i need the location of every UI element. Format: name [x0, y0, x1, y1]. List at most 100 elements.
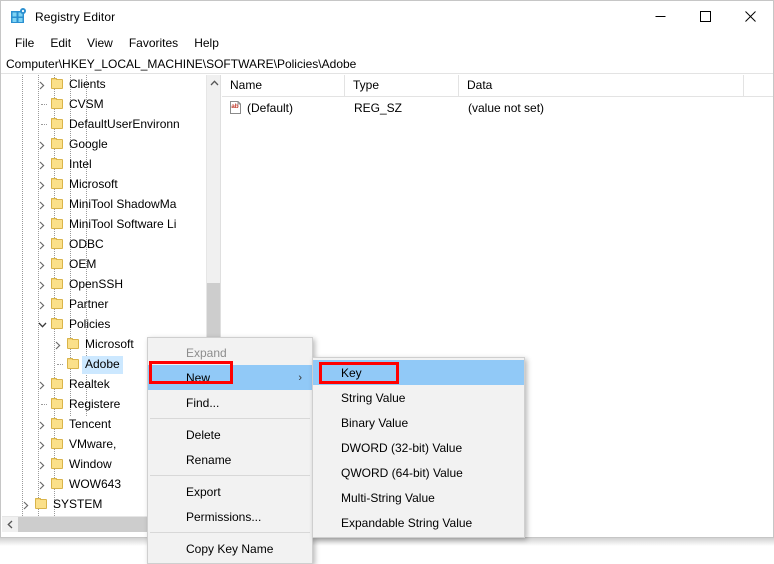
- folder-icon: [50, 195, 66, 215]
- menu-item-help[interactable]: Help: [186, 34, 227, 52]
- menu-separator: [150, 475, 310, 476]
- tree-item-minitool-software-li[interactable]: MiniTool Software Li: [2, 215, 207, 235]
- tree-item-clients[interactable]: Clients: [2, 75, 207, 95]
- folder-icon: [66, 335, 82, 355]
- chevron-right-icon[interactable]: [50, 335, 66, 355]
- submenu-item-label: Multi-String Value: [341, 490, 435, 505]
- folder-icon: [50, 95, 66, 115]
- chevron-right-icon[interactable]: [34, 455, 50, 475]
- chevron-right-icon[interactable]: [34, 155, 50, 175]
- tree-item-label: Intel: [69, 157, 92, 171]
- submenu-item-dword-32-bit-value[interactable]: DWORD (32-bit) Value: [313, 435, 524, 460]
- chevron-right-icon: ›: [298, 371, 302, 384]
- ab-string-icon: ab: [228, 100, 243, 115]
- page-bottom-shadow: [0, 538, 774, 546]
- tree-item-oem[interactable]: OEM: [2, 255, 207, 275]
- chevron-right-icon[interactable]: [34, 415, 50, 435]
- tree-item-label: Tencent: [69, 417, 112, 431]
- folder-icon: [50, 275, 66, 295]
- close-icon[interactable]: [728, 1, 773, 31]
- chevron-right-icon[interactable]: [34, 215, 50, 235]
- chevron-right-icon[interactable]: [34, 75, 50, 95]
- chevron-right-icon[interactable]: [34, 375, 50, 395]
- folder-icon: [50, 135, 66, 155]
- tree-item-label: WOW643: [69, 477, 122, 491]
- folder-icon: [50, 115, 66, 135]
- tree-item-intel[interactable]: Intel: [2, 155, 207, 175]
- chevron-right-icon[interactable]: [18, 495, 34, 515]
- submenu-item-label: Key: [341, 365, 362, 380]
- tree-item-odbc[interactable]: ODBC: [2, 235, 207, 255]
- chevron-right-icon[interactable]: [34, 175, 50, 195]
- tree-item-partner[interactable]: Partner: [2, 295, 207, 315]
- chevron-right-icon[interactable]: [34, 295, 50, 315]
- menu-item-view[interactable]: View: [79, 34, 121, 52]
- folder-icon: [50, 215, 66, 235]
- maximize-icon[interactable]: [683, 1, 728, 31]
- submenu-item-key[interactable]: Key: [313, 360, 524, 385]
- tree-item-defaultuserenvironn[interactable]: DefaultUserEnvironn: [2, 115, 207, 135]
- tree-item-label: DefaultUserEnvironn: [69, 117, 180, 131]
- tree-item-label: CVSM: [69, 97, 104, 111]
- folder-icon: [50, 455, 66, 475]
- submenu-item-binary-value[interactable]: Binary Value: [313, 410, 524, 435]
- tree-item-minitool-shadowma[interactable]: MiniTool ShadowMa: [2, 195, 207, 215]
- tree-item-label: OpenSSH: [69, 277, 124, 291]
- tree-item-microsoft[interactable]: Microsoft: [2, 175, 207, 195]
- context-menu-item-rename[interactable]: Rename: [148, 447, 312, 472]
- submenu-item-label: QWORD (64-bit) Value: [341, 465, 463, 480]
- tree-item-policies[interactable]: Policies: [2, 315, 207, 335]
- chevron-right-icon[interactable]: [34, 195, 50, 215]
- tree-item-label: Microsoft: [69, 177, 118, 191]
- submenu-item-expandable-string-value[interactable]: Expandable String Value: [313, 510, 524, 535]
- chevron-right-icon[interactable]: [34, 275, 50, 295]
- context-menu-item-export[interactable]: Export: [148, 479, 312, 504]
- registry-values-list: ab (Default) REG_SZ (value not set): [222, 97, 773, 118]
- submenu-item-qword-64-bit-value[interactable]: QWORD (64-bit) Value: [313, 460, 524, 485]
- minimize-icon[interactable]: [638, 1, 683, 31]
- submenu-item-multi-string-value[interactable]: Multi-String Value: [313, 485, 524, 510]
- chevron-right-icon[interactable]: [34, 255, 50, 275]
- chevron-right-icon[interactable]: [34, 135, 50, 155]
- menu-item-edit[interactable]: Edit: [42, 34, 79, 52]
- tree-item-label: Registere: [69, 397, 121, 411]
- chevron-down-icon[interactable]: [34, 315, 50, 335]
- column-header-type[interactable]: Type: [345, 75, 459, 96]
- context-menu-item-delete[interactable]: Delete: [148, 422, 312, 447]
- context-menu-item-find[interactable]: Find...: [148, 390, 312, 415]
- menu-separator: [150, 418, 310, 419]
- address-bar[interactable]: Computer\HKEY_LOCAL_MACHINE\SOFTWARE\Pol…: [1, 54, 773, 74]
- chevron-right-icon[interactable]: [34, 235, 50, 255]
- column-header-data[interactable]: Data: [459, 75, 744, 96]
- window-title: Registry Editor: [35, 9, 116, 24]
- chevron-right-icon[interactable]: [34, 435, 50, 455]
- list-row[interactable]: ab (Default) REG_SZ (value not set): [222, 97, 773, 118]
- tree-item-google[interactable]: Google: [2, 135, 207, 155]
- folder-icon: [50, 255, 66, 275]
- chevron-left-icon[interactable]: [2, 517, 18, 532]
- context-menu-item-label: Delete: [186, 427, 221, 442]
- context-menu-item-permissions[interactable]: Permissions...: [148, 504, 312, 529]
- context-menu-item-new[interactable]: New ›: [148, 365, 312, 390]
- value-name: (Default): [247, 100, 294, 115]
- tree-item-label: ODBC: [69, 237, 104, 251]
- tree-item-openssh[interactable]: OpenSSH: [2, 275, 207, 295]
- submenu-item-string-value[interactable]: String Value: [313, 385, 524, 410]
- menu-item-favorites[interactable]: Favorites: [121, 34, 186, 52]
- context-menu-item-label: Rename: [186, 452, 232, 467]
- list-column-headers: Name Type Data: [222, 75, 773, 97]
- chevron-up-icon[interactable]: [207, 75, 220, 91]
- context-menu-item-label: Expand: [186, 345, 227, 360]
- context-menu-item-copy-key-name[interactable]: Copy Key Name: [148, 536, 312, 561]
- context-menu-item-label: Export: [186, 484, 221, 499]
- folder-icon: [34, 495, 50, 515]
- tree-item-cvsm[interactable]: CVSM: [2, 95, 207, 115]
- value-name-cell: ab (Default): [222, 100, 345, 115]
- column-header-name[interactable]: Name: [222, 75, 345, 96]
- registry-editor-icon: [10, 8, 27, 25]
- tree-item-label: Clients: [69, 77, 106, 91]
- context-menu-item-label: Copy Key Name: [186, 541, 274, 556]
- tree-item-label: Microsoft: [85, 337, 134, 351]
- chevron-right-icon[interactable]: [34, 475, 50, 495]
- menu-item-file[interactable]: File: [7, 34, 42, 52]
